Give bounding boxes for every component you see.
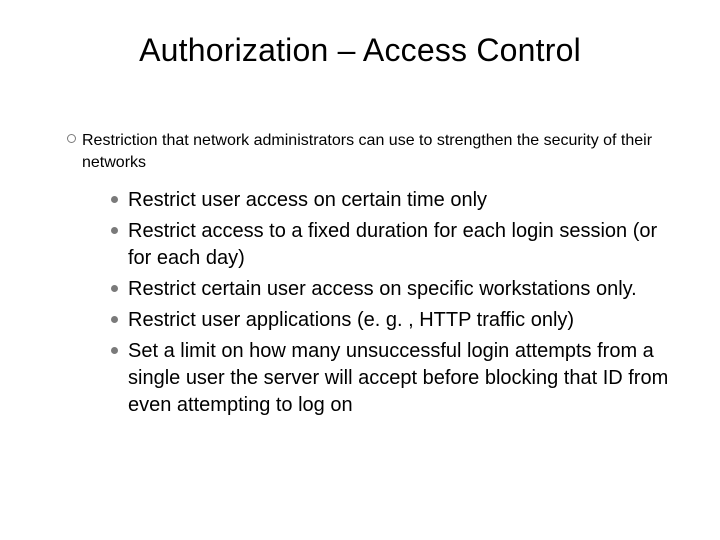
intro-text: Restriction that network administrators …	[82, 130, 680, 173]
list-item-text: Restrict user access on certain time onl…	[128, 187, 487, 214]
list-item: Restrict certain user access on specific…	[100, 276, 680, 303]
dot-icon	[100, 218, 128, 234]
sub-list: Restrict user access on certain time onl…	[100, 187, 680, 419]
list-item-text: Restrict user applications (e. g. , HTTP…	[128, 307, 574, 334]
dot-icon	[100, 338, 128, 354]
dot-icon	[100, 307, 128, 323]
hollow-circle-icon	[60, 130, 82, 143]
slide-title: Authorization – Access Control	[0, 32, 720, 69]
intro-item: Restriction that network administrators …	[60, 130, 680, 173]
list-item: Restrict user applications (e. g. , HTTP…	[100, 307, 680, 334]
list-item: Set a limit on how many unsuccessful log…	[100, 338, 680, 419]
list-item-text: Restrict access to a fixed duration for …	[128, 218, 680, 272]
list-item: Restrict user access on certain time onl…	[100, 187, 680, 214]
slide: Authorization – Access Control Restricti…	[0, 0, 720, 540]
list-item: Restrict access to a fixed duration for …	[100, 218, 680, 272]
dot-icon	[100, 187, 128, 203]
slide-body: Restriction that network administrators …	[60, 130, 680, 423]
dot-icon	[100, 276, 128, 292]
list-item-text: Restrict certain user access on specific…	[128, 276, 637, 303]
list-item-text: Set a limit on how many unsuccessful log…	[128, 338, 680, 419]
